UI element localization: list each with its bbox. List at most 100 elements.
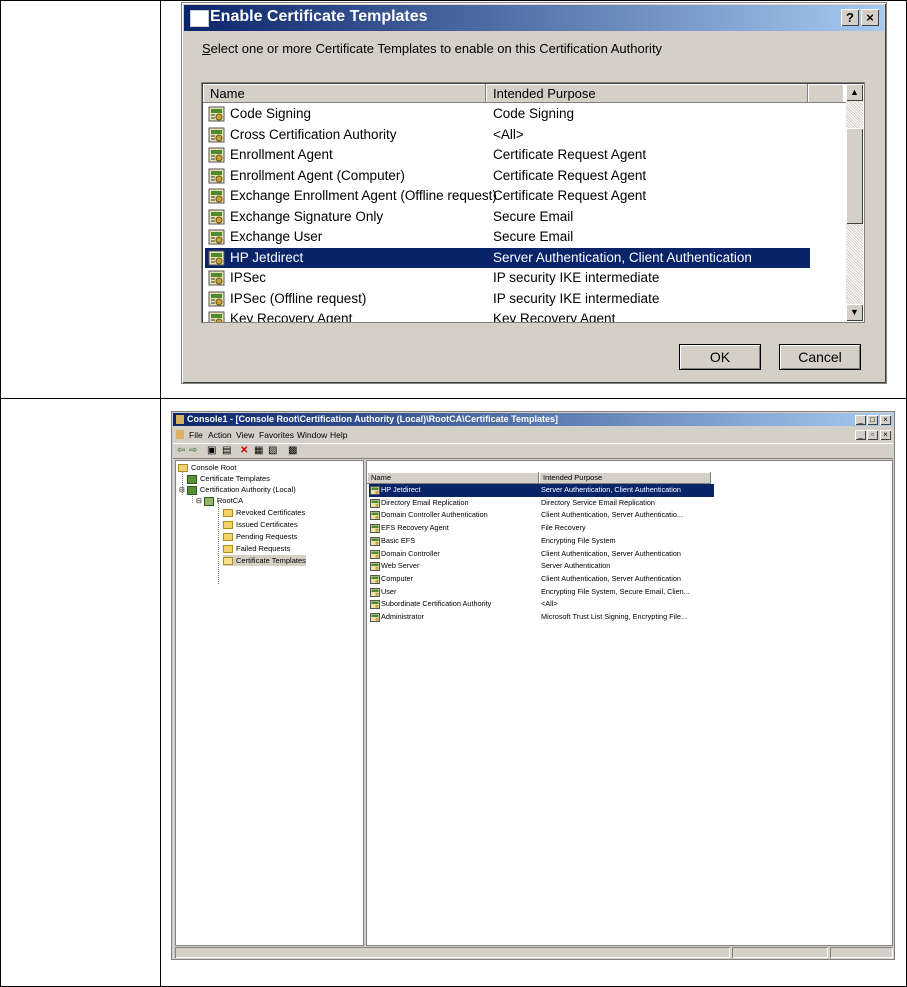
tree-label: Certification Authority (Local) xyxy=(199,485,296,494)
scroll-thumb[interactable] xyxy=(846,128,863,224)
tree-item-failed-requests[interactable]: Failed Requests xyxy=(223,543,290,554)
minimize-icon[interactable]: _ xyxy=(855,415,866,425)
list-item[interactable]: Exchange User Secure Email xyxy=(205,227,810,248)
folder-icon xyxy=(178,464,188,473)
toolbar: ⇦ ⇨ ▣ ▤ ✕ ▦ ▧ ▩ xyxy=(173,443,893,459)
child-close-icon[interactable]: × xyxy=(880,430,891,440)
table-border-left xyxy=(0,0,1,987)
ok-button[interactable]: OK xyxy=(679,344,761,370)
list-item[interactable]: Enrollment Agent Certificate Request Agen… xyxy=(205,145,810,166)
export-list-icon[interactable]: ▧ xyxy=(268,445,277,457)
list-item[interactable]: Exchange Enrollment Agent (Offline reque… xyxy=(205,186,810,207)
close-icon[interactable]: × xyxy=(880,415,891,425)
table-row[interactable]: HP Jetdirect Server Authentication, Clien… xyxy=(369,484,714,497)
cancel-button[interactable]: Cancel xyxy=(779,344,861,370)
template-name: Enrollment Agent (Computer) xyxy=(230,167,405,183)
vertical-scrollbar[interactable]: ▲ ▼ xyxy=(846,84,863,321)
child-restore-icon[interactable]: ▫ xyxy=(867,430,878,440)
tree-label: Failed Requests xyxy=(236,544,291,553)
tree-item-certificate-templates-snapin[interactable]: Certificate Templates xyxy=(187,473,270,484)
templates-list[interactable]: Name Intended Purpose Code Signing Code S… xyxy=(201,82,865,323)
column-header-name[interactable]: Name xyxy=(367,472,539,484)
menu-file[interactable]: File xyxy=(189,430,203,440)
template-name: Domain Controller Authentication xyxy=(381,510,488,520)
column-header-intended-purpose[interactable]: Intended Purpose xyxy=(539,472,711,484)
maximize-icon[interactable]: □ xyxy=(867,415,878,425)
template-name: Directory Email Replication xyxy=(381,497,469,507)
certificate-template-icon xyxy=(370,524,380,534)
certificate-template-icon xyxy=(370,536,380,546)
column-header-intended-purpose[interactable]: Intended Purpose xyxy=(486,84,808,103)
tree-item-revoked-certificates[interactable]: Revoked Certificates xyxy=(223,507,305,518)
list-item[interactable]: IPSec (Offline request) IP security IKE i… xyxy=(205,289,810,310)
table-row-divider xyxy=(0,398,907,399)
table-row[interactable]: Web Server Server Authentication xyxy=(369,560,714,573)
template-name: IPSec xyxy=(230,270,267,285)
certificate-template-icon xyxy=(208,291,225,306)
up-folder-icon[interactable]: ▣ xyxy=(207,445,216,457)
tree-item-rootca[interactable]: ⊟ RootCA xyxy=(196,495,243,506)
forward-icon[interactable]: ⇨ xyxy=(189,445,197,457)
template-purpose: Client Authentication, Server Authentica… xyxy=(541,573,681,583)
list-item[interactable]: Code Signing Code Signing xyxy=(205,104,810,125)
list-item[interactable]: Enrollment Agent (Computer) Certificate R… xyxy=(205,166,810,187)
list-item[interactable]: IPSec IP security IKE intermediate xyxy=(205,268,810,289)
table-row[interactable]: EFS Recovery Agent File Recovery xyxy=(369,522,714,535)
template-purpose: Secure Email xyxy=(493,208,574,224)
template-purpose: Client Authentication, Server Authentica… xyxy=(541,548,681,558)
scroll-down-icon[interactable]: ▼ xyxy=(846,304,863,321)
tree-connector xyxy=(218,501,219,584)
table-row[interactable]: Directory Email Replication Directory Ser… xyxy=(369,497,714,510)
template-purpose: Server Authentication, Client Authentica… xyxy=(493,249,752,265)
table-row[interactable]: Administrator Microsoft Trust List Signin… xyxy=(369,611,714,624)
tree-label: Certificate Templates xyxy=(236,556,306,565)
table-row[interactable]: User Encrypting File System, Secure Email… xyxy=(369,586,714,599)
table-row[interactable]: Subordinate Certification Authority <All> xyxy=(369,598,714,611)
help-button[interactable]: ? xyxy=(841,9,859,26)
help-topics-icon[interactable]: ▩ xyxy=(288,445,297,457)
tree-item-issued-certificates[interactable]: Issued Certificates xyxy=(223,519,298,530)
menu-favorites[interactable]: Favorites xyxy=(259,430,294,440)
dialog-title-bar[interactable]: Enable Certificate Templates ? × xyxy=(184,5,884,31)
delete-icon[interactable]: ✕ xyxy=(240,445,248,457)
document-icon xyxy=(176,430,184,439)
template-purpose: Encrypting File System, Secure Email, Cl… xyxy=(541,586,690,596)
certificate-template-icon xyxy=(208,250,225,265)
tree-item-certificate-templates[interactable]: Certificate Templates xyxy=(223,555,306,566)
menu-bar: File Action View Favorites Window Help _… xyxy=(173,427,893,442)
certificate-template-icon xyxy=(370,486,380,495)
table-row[interactable]: Domain Controller Authentication Client A… xyxy=(369,509,714,522)
menu-window[interactable]: Window xyxy=(297,430,327,440)
table-row[interactable]: Domain Controller Client Authentication, … xyxy=(369,548,714,561)
table-row[interactable]: Computer Client Authentication, Server Au… xyxy=(369,573,714,586)
menu-action[interactable]: Action xyxy=(208,430,232,440)
scroll-up-icon[interactable]: ▲ xyxy=(846,84,863,101)
child-minimize-icon[interactable]: _ xyxy=(855,430,866,440)
list-item[interactable]: Key Recovery Agent Key Recovery Agent xyxy=(205,309,810,322)
collapse-icon[interactable]: ⊟ xyxy=(179,487,185,494)
list-item[interactable]: Exchange Signature Only Secure Email xyxy=(205,207,810,228)
menu-view[interactable]: View xyxy=(236,430,254,440)
properties-icon[interactable]: ▦ xyxy=(254,445,263,457)
template-name: HP Jetdirect xyxy=(381,485,421,494)
tree-label: RootCA xyxy=(216,496,244,505)
table-row[interactable]: Basic EFS Encrypting File System xyxy=(369,535,714,548)
tree-item-console-root[interactable]: Console Root xyxy=(178,462,236,473)
list-item[interactable]: Cross Certification Authority <All> xyxy=(205,125,810,146)
back-icon[interactable]: ⇦ xyxy=(177,445,185,457)
tree-item-pending-requests[interactable]: Pending Requests xyxy=(223,531,297,542)
list-item[interactable]: HP Jetdirect Server Authentication, Clien… xyxy=(205,247,810,268)
certificate-templates-icon xyxy=(187,474,197,484)
column-header-name[interactable]: Name xyxy=(203,84,486,103)
results-pane[interactable]: Name Intended Purpose HP Jetdirect Server… xyxy=(366,460,893,946)
table-column-divider xyxy=(160,0,161,987)
certificate-template-icon xyxy=(208,229,225,245)
console-tree[interactable]: Console Root Certificate Templates ⊟ Cert… xyxy=(175,460,364,946)
menu-help[interactable]: Help xyxy=(330,430,347,440)
show-hide-tree-icon[interactable]: ▤ xyxy=(222,445,231,457)
instruction-mnemonic: S xyxy=(202,41,211,56)
tree-item-certification-authority[interactable]: ⊟ Certification Authority (Local) xyxy=(179,484,296,495)
collapse-icon[interactable]: ⊟ xyxy=(196,498,202,505)
console-title-bar[interactable]: Console1 - [Console Root\Certification A… xyxy=(173,413,893,426)
close-button[interactable]: × xyxy=(861,9,879,26)
